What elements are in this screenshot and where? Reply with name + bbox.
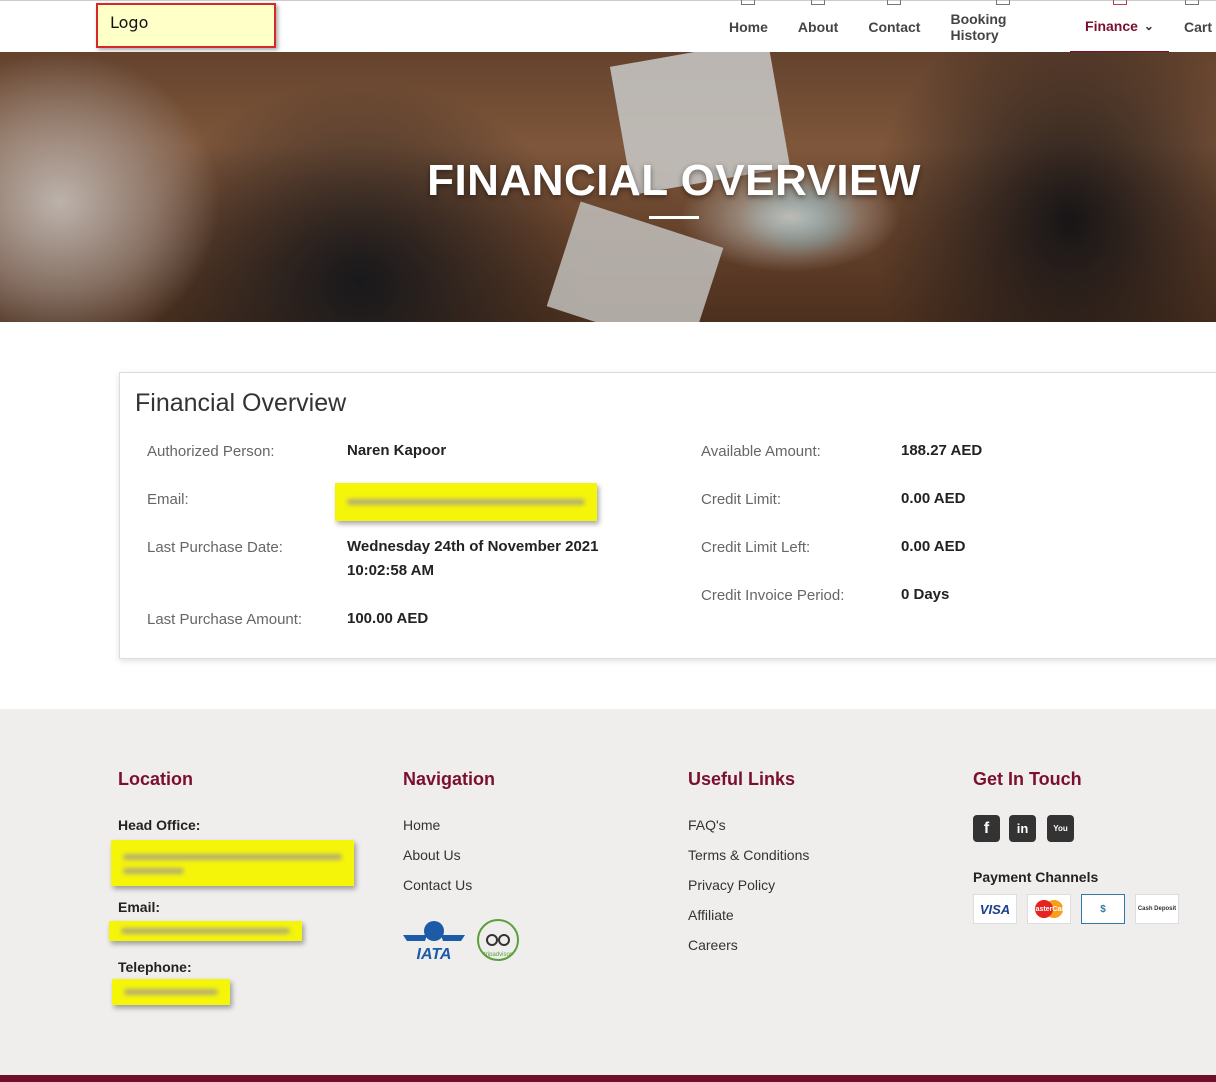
available-amount-value: 188.27 AED [901, 442, 983, 459]
iata-logo-text: IATA [417, 946, 452, 961]
nav-contact-label: Contact [868, 19, 921, 35]
last-purchase-date-value: Wednesday 24th of November 2021 [347, 538, 599, 555]
credit-limit-value: 0.00 AED [901, 490, 966, 507]
footer-link-careers[interactable]: Careers [688, 937, 738, 953]
available-amount-label: Available Amount: [701, 443, 821, 460]
finance-icon [1112, 0, 1127, 5]
nav-booking-history[interactable]: Booking History [935, 0, 1070, 53]
cash-deposit-icon: Cash Deposit [1135, 894, 1179, 924]
footer-link-faqs[interactable]: FAQ's [688, 817, 726, 833]
youtube-icon[interactable]: You [1047, 815, 1074, 842]
financial-overview-card: Financial Overview Authorized Person: Na… [119, 372, 1216, 659]
last-purchase-amount-value: 100.00 AED [347, 610, 429, 627]
hero-title: FINANCIAL OVERVIEW [427, 156, 921, 205]
tripadvisor-badge-text: tripadvisor [484, 952, 512, 958]
payment-channels-label: Payment Channels [973, 869, 1099, 885]
visa-icon: VISA [973, 894, 1017, 924]
site-footer: Location Head Office: Email: Telephone: … [0, 709, 1216, 1082]
nav-contact[interactable]: Contact [853, 0, 935, 53]
site-header: Logo Home About Contact Booking History … [0, 0, 1216, 53]
nav-finance-label: Finance [1085, 18, 1138, 34]
hero-banner: FINANCIAL OVERVIEW [0, 52, 1216, 322]
telephone-label: Telephone: [118, 959, 192, 975]
hero-underline [649, 216, 699, 219]
main-nav: Home About Contact Booking History Finan… [714, 0, 1216, 53]
footer-navigation-heading: Navigation [403, 769, 496, 789]
last-purchase-amount-label: Last Purchase Amount: [147, 611, 303, 628]
footer-email-redacted [109, 921, 302, 941]
nav-booking-history-label: Booking History [950, 11, 1007, 43]
head-office-label: Head Office: [118, 817, 201, 833]
credit-invoice-period-value: 0 Days [901, 586, 950, 603]
footer-useful-links-heading: Useful Links [688, 769, 796, 789]
telephone-redacted [112, 979, 230, 1005]
iata-logo: IATA [403, 919, 465, 963]
head-office-address-redacted [111, 840, 354, 886]
email-value-redacted [335, 483, 597, 521]
credit-limit-label: Credit Limit: [701, 491, 782, 508]
home-icon [741, 0, 756, 5]
email-label: Email: [147, 491, 189, 508]
authorized-person-value: Naren Kapoor [347, 442, 447, 459]
bank-check-icon: $ [1081, 894, 1125, 924]
last-purchase-date-label: Last Purchase Date: [147, 539, 283, 556]
nav-about-label: About [797, 19, 839, 35]
nav-home-label: Home [729, 19, 768, 35]
authorized-person-label: Authorized Person: [147, 443, 275, 460]
card-title: Financial Overview [135, 389, 347, 417]
linkedin-icon[interactable]: in [1009, 815, 1036, 842]
tripadvisor-badge: tripadvisor [476, 918, 520, 962]
credit-invoice-period-label: Credit Invoice Period: [701, 587, 845, 604]
logo[interactable]: Logo [96, 3, 276, 48]
credit-limit-left-label: Credit Limit Left: [701, 539, 811, 556]
contact-icon [887, 0, 902, 5]
cart-icon [1185, 0, 1200, 5]
nav-cart-label: Cart [1183, 19, 1212, 35]
footer-contact-heading: Get In Touch [973, 769, 1082, 789]
nav-about[interactable]: About [783, 0, 853, 53]
footer-bottom-bar [0, 1075, 1216, 1082]
footer-link-terms[interactable]: Terms & Conditions [688, 847, 809, 863]
credit-limit-left-value: 0.00 AED [901, 538, 966, 555]
footer-link-privacy[interactable]: Privacy Policy [688, 877, 775, 893]
footer-email-label: Email: [118, 899, 161, 915]
mastercard-icon: MasterCard [1027, 894, 1071, 924]
footer-location-heading: Location [118, 769, 193, 789]
footer-link-affiliate[interactable]: Affiliate [688, 907, 734, 923]
last-purchase-time-value: 10:02:58 AM [347, 562, 434, 579]
nav-cart[interactable]: Cart [1169, 0, 1216, 53]
nav-finance[interactable]: Finance ⌄ [1070, 0, 1169, 53]
footer-link-contact-us[interactable]: Contact Us [403, 877, 472, 893]
footer-link-home[interactable]: Home [403, 817, 440, 833]
facebook-icon[interactable]: f [973, 815, 1000, 842]
chevron-down-icon: ⌄ [1143, 19, 1154, 33]
footer-link-about-us[interactable]: About Us [403, 847, 461, 863]
nav-home[interactable]: Home [714, 0, 783, 53]
about-icon [811, 0, 826, 5]
history-icon [995, 0, 1010, 5]
